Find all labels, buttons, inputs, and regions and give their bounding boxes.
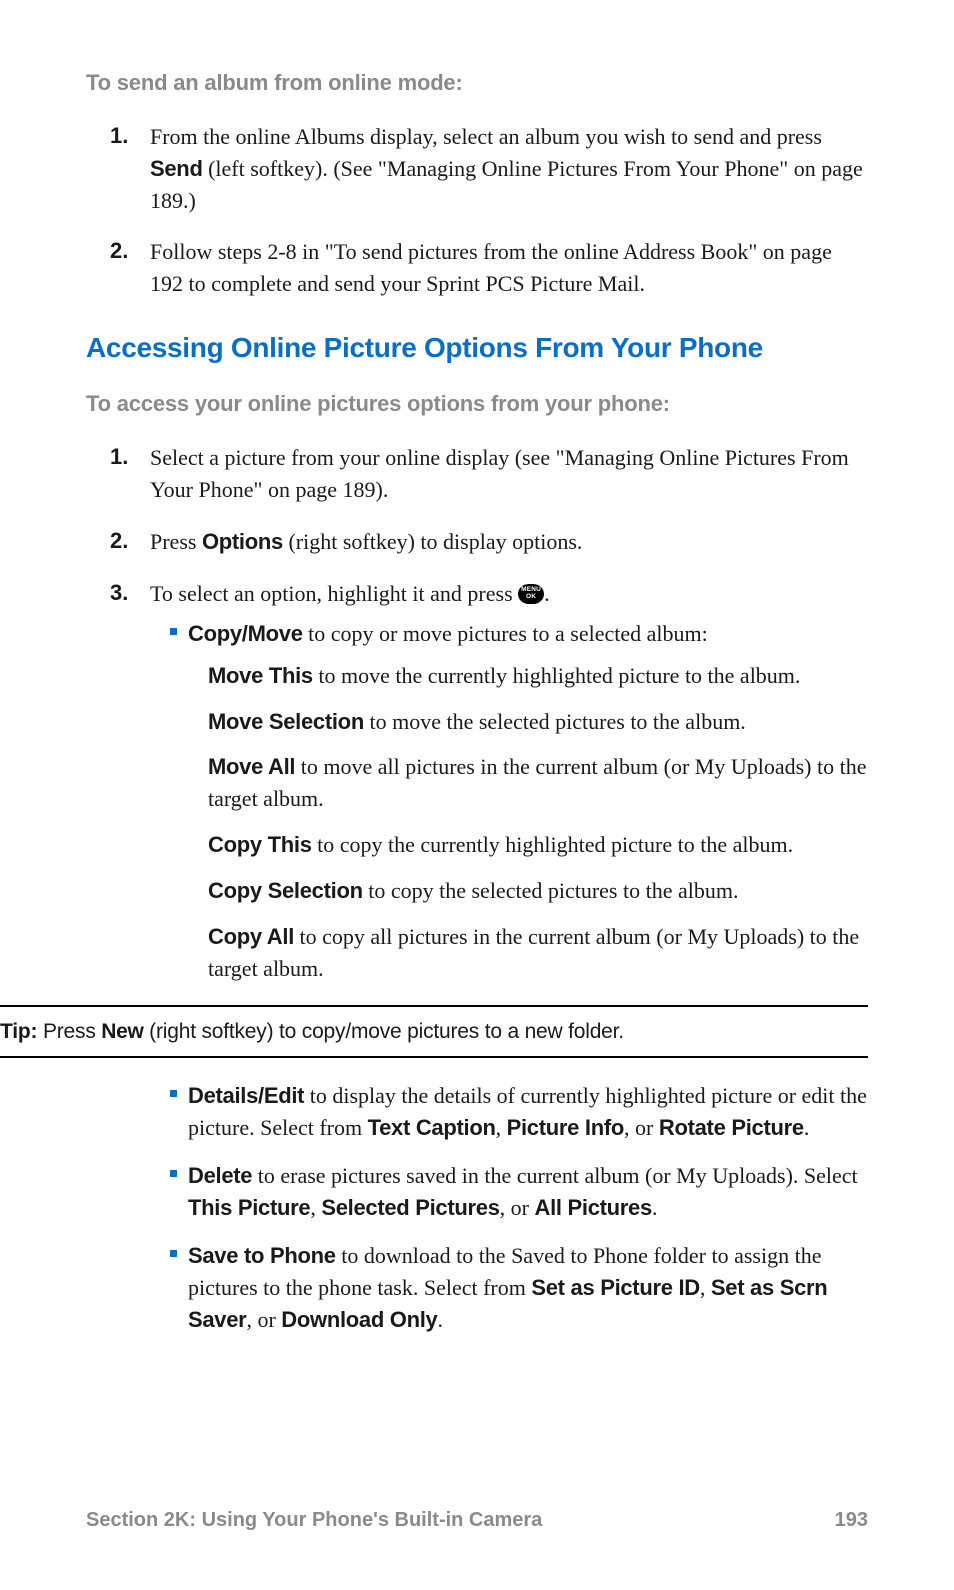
bold: Copy All <box>208 924 294 949</box>
text: , <box>310 1195 321 1220</box>
bullet-text: Copy/Move to copy or move pictures to a … <box>188 618 868 650</box>
text: to copy all pictures in the current albu… <box>208 924 859 981</box>
menu-ok-key-icon: MENUOK <box>518 584 544 604</box>
subhead-send-album: To send an album from online mode: <box>86 68 868 99</box>
tip-text: Tip: Press New (right softkey) to copy/m… <box>0 1017 868 1046</box>
text: . <box>652 1195 658 1220</box>
step-3: 3. To select an option, highlight it and… <box>150 578 868 985</box>
option-bullets-bottom: Details/Edit to display the details of c… <box>150 1080 868 1335</box>
sub-copy-all: Copy All to copy all pictures in the cur… <box>208 921 868 985</box>
sub-move-selection: Move Selection to move the selected pict… <box>208 706 868 738</box>
sub-options: Move This to move the currently highligh… <box>188 660 868 985</box>
text: , or <box>246 1307 281 1332</box>
bullet-copy-move: Copy/Move to copy or move pictures to a … <box>188 618 868 985</box>
bold-this-picture: This Picture <box>188 1195 310 1220</box>
bullet-text: Save to Phone to download to the Saved t… <box>188 1240 868 1336</box>
bold-download-only: Download Only <box>281 1307 437 1332</box>
tip-block: Tip: Press New (right softkey) to copy/m… <box>0 1005 868 1058</box>
text: To select an option, highlight it and pr… <box>150 581 518 606</box>
bold-new: New <box>101 1020 143 1043</box>
footer-page-number: 193 <box>835 1506 868 1534</box>
text: to copy or move pictures to a selected a… <box>303 621 708 646</box>
bold-details-edit: Details/Edit <box>188 1083 304 1108</box>
step-1: 1. Select a picture from your online dis… <box>150 442 868 506</box>
text: , or <box>624 1115 659 1140</box>
bold: Move Selection <box>208 709 364 734</box>
text: , <box>700 1275 711 1300</box>
text: Press <box>37 1020 101 1043</box>
step-number: 2. <box>110 526 128 557</box>
bold-set-picture-id: Set as Picture ID <box>531 1275 700 1300</box>
step-number: 3. <box>110 578 128 609</box>
bold: Copy This <box>208 832 312 857</box>
bold-selected-pictures: Selected Pictures <box>321 1195 499 1220</box>
text: to move all pictures in the current albu… <box>208 754 867 811</box>
text: Press <box>150 529 202 554</box>
text: to copy the selected pictures to the alb… <box>363 878 739 903</box>
section-title: Accessing Online Picture Options From Yo… <box>86 328 868 367</box>
steps-access-options: 1. Select a picture from your online dis… <box>86 442 868 985</box>
sub-copy-this: Copy This to copy the currently highligh… <box>208 829 868 861</box>
step-2: 2. Follow steps 2-8 in "To send pictures… <box>150 236 868 300</box>
text: , <box>496 1115 507 1140</box>
step-text: Select a picture from your online displa… <box>150 442 868 506</box>
step-text: Press Options (right softkey) to display… <box>150 526 868 558</box>
bold-all-pictures: All Pictures <box>534 1195 651 1220</box>
subhead-access-options: To access your online pictures options f… <box>86 389 868 420</box>
manual-page: To send an album from online mode: 1. Fr… <box>0 0 954 1590</box>
step-1: 1. From the online Albums display, selec… <box>150 121 868 217</box>
text: to copy the currently highlighted pictur… <box>312 832 793 857</box>
bullet-save-to-phone: Save to Phone to download to the Saved t… <box>188 1240 868 1336</box>
steps-send-album: 1. From the online Albums display, selec… <box>86 121 868 300</box>
bold-rotate-picture: Rotate Picture <box>659 1115 804 1140</box>
text: to move the selected pictures to the alb… <box>364 709 746 734</box>
step-number: 2. <box>110 236 128 267</box>
bold: Copy Selection <box>208 878 363 903</box>
bold-send: Send <box>150 156 203 181</box>
step-number: 1. <box>110 442 128 473</box>
key-bot: OK <box>526 593 536 600</box>
bold-options: Options <box>202 529 283 554</box>
page-footer: Section 2K: Using Your Phone's Built-in … <box>86 1506 868 1534</box>
bold-text-caption: Text Caption <box>368 1115 496 1140</box>
text: to move the currently highlighted pictur… <box>313 663 801 688</box>
step-text: Follow steps 2-8 in "To send pictures fr… <box>150 236 868 300</box>
text: , or <box>500 1195 535 1220</box>
bold: Move This <box>208 663 313 688</box>
step-text: To select an option, highlight it and pr… <box>150 578 868 610</box>
footer-section: Section 2K: Using Your Phone's Built-in … <box>86 1506 542 1534</box>
text: to erase pictures saved in the current a… <box>252 1163 857 1188</box>
text: . <box>804 1115 810 1140</box>
text: . <box>438 1307 444 1332</box>
text: (right softkey) to copy/move pictures to… <box>144 1020 624 1043</box>
bold-delete: Delete <box>188 1163 252 1188</box>
step-2: 2. Press Options (right softkey) to disp… <box>150 526 868 558</box>
text: (left softkey). (See "Managing Online Pi… <box>150 156 863 213</box>
sub-copy-selection: Copy Selection to copy the selected pict… <box>208 875 868 907</box>
step-text: From the online Albums display, select a… <box>150 121 868 217</box>
sub-move-this: Move This to move the currently highligh… <box>208 660 868 692</box>
bold-save-to-phone: Save to Phone <box>188 1243 336 1268</box>
bullet-text: Delete to erase pictures saved in the cu… <box>188 1160 868 1224</box>
text: . <box>544 581 550 606</box>
option-bullets-top: Copy/Move to copy or move pictures to a … <box>150 618 868 985</box>
text: (right softkey) to display options. <box>283 529 582 554</box>
text: From the online Albums display, select a… <box>150 124 822 149</box>
step-number: 1. <box>110 121 128 152</box>
sub-move-all: Move All to move all pictures in the cur… <box>208 751 868 815</box>
bullet-details-edit: Details/Edit to display the details of c… <box>188 1080 868 1144</box>
bullet-delete: Delete to erase pictures saved in the cu… <box>188 1160 868 1224</box>
bullet-text: Details/Edit to display the details of c… <box>188 1080 868 1144</box>
bold-picture-info: Picture Info <box>507 1115 624 1140</box>
tip-label: Tip: <box>0 1020 37 1043</box>
bold: Move All <box>208 754 295 779</box>
bold-copy-move: Copy/Move <box>188 621 303 646</box>
